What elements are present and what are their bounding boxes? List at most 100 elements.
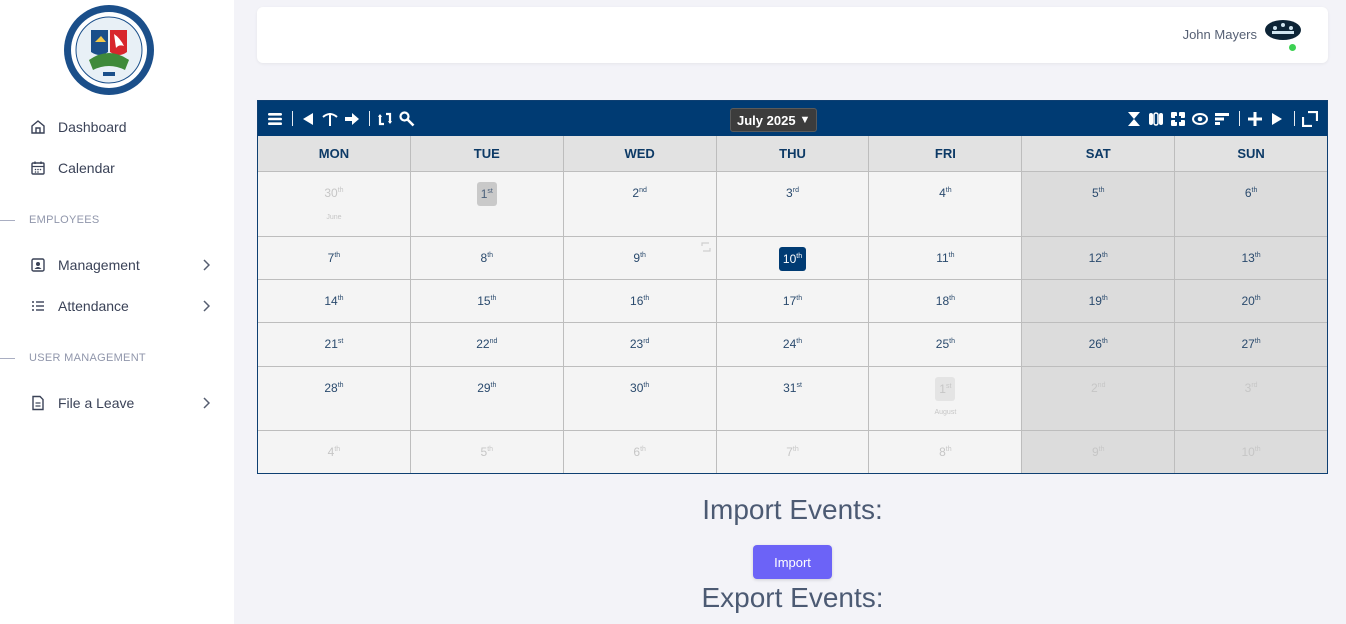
day-cell[interactable]: 30th June bbox=[258, 172, 411, 236]
day-cell[interactable]: 21st bbox=[258, 323, 411, 366]
sidebar-item-management[interactable]: Management bbox=[28, 252, 218, 278]
day-cell[interactable]: 18th bbox=[869, 280, 1023, 322]
province-seal-logo bbox=[64, 5, 154, 95]
day-cell[interactable]: 11th bbox=[869, 237, 1023, 279]
day-cell[interactable]: 22nd bbox=[410, 323, 564, 366]
chevron-right-icon bbox=[203, 397, 210, 409]
day-cell[interactable]: 2nd bbox=[563, 172, 717, 236]
refresh-icon[interactable] bbox=[376, 109, 394, 129]
toolbar-divider bbox=[1294, 111, 1295, 126]
next-month-icon[interactable] bbox=[1268, 109, 1286, 129]
user-name[interactable]: John Mayers bbox=[1183, 27, 1257, 42]
eye-icon[interactable] bbox=[1191, 109, 1209, 129]
today-anchor-icon[interactable] bbox=[321, 109, 339, 129]
day-number: 18th bbox=[935, 294, 955, 308]
day-cell[interactable]: 29th bbox=[410, 367, 564, 430]
import-button[interactable]: Import bbox=[753, 545, 832, 579]
sidebar-item-dashboard[interactable]: Dashboard bbox=[28, 114, 218, 140]
day-cell[interactable]: 8th bbox=[410, 237, 564, 279]
day-cell[interactable]: 26th bbox=[1022, 323, 1176, 366]
day-cell[interactable]: 3rd bbox=[716, 172, 870, 236]
toolbar-divider bbox=[1239, 111, 1240, 126]
menu-icon[interactable] bbox=[266, 109, 284, 129]
day-cell[interactable]: 2nd bbox=[1022, 367, 1176, 430]
id-card-icon bbox=[28, 255, 48, 275]
day-number: 28th bbox=[324, 381, 344, 395]
day-cell[interactable]: 19th bbox=[1022, 280, 1176, 322]
day-cell[interactable]: 12th bbox=[1022, 237, 1176, 279]
day-cell[interactable]: 24th bbox=[716, 323, 870, 366]
calendar-widget: July 2025 ▼ MON TUE WED THU FRI SAT SUN … bbox=[257, 100, 1328, 474]
day-number: 20th bbox=[1241, 294, 1261, 308]
day-cell[interactable]: 14th bbox=[258, 280, 411, 322]
month-picker[interactable]: July 2025 ▼ bbox=[730, 108, 818, 132]
day-cell[interactable]: 17th bbox=[716, 280, 870, 322]
day-number: 9th bbox=[633, 251, 646, 265]
day-cell[interactable]: 13th bbox=[1175, 237, 1328, 279]
dropdown-caret-icon: ▼ bbox=[799, 114, 811, 126]
grid-view-icon[interactable] bbox=[1169, 109, 1187, 129]
day-cell[interactable]: 5th bbox=[410, 431, 564, 473]
user-avatar[interactable] bbox=[1265, 19, 1301, 41]
day-cell[interactable]: 6th bbox=[563, 431, 717, 473]
sync-icon[interactable] bbox=[700, 241, 712, 253]
week-row: 30th June 1st 2nd 3rd 4th 5th 6th bbox=[258, 172, 1328, 237]
day-cell[interactable]: 3rd bbox=[1175, 367, 1328, 430]
day-number: 9th bbox=[1091, 445, 1105, 459]
day-number: 2nd bbox=[1090, 381, 1106, 395]
day-cell[interactable]: 5th bbox=[1022, 172, 1176, 236]
previous-month-icon[interactable] bbox=[299, 109, 317, 129]
weekday-wed: WED bbox=[564, 136, 717, 171]
day-cell[interactable]: 9th bbox=[563, 237, 717, 279]
week-row: 21st 22nd 23rd 24th 25th 26th 27th bbox=[258, 323, 1328, 367]
day-cell[interactable]: 10th bbox=[716, 237, 870, 279]
day-cell[interactable]: 20th bbox=[1175, 280, 1328, 322]
fullscreen-icon[interactable] bbox=[1301, 109, 1319, 129]
day-cell[interactable]: 16th bbox=[563, 280, 717, 322]
day-cell[interactable]: 4th bbox=[869, 172, 1023, 236]
sidebar-item-label: File a Leave bbox=[58, 395, 135, 411]
week-row: 28th 29th 30th 31st 1st August 2nd 3rd bbox=[258, 367, 1328, 431]
day-number: 14th bbox=[324, 294, 344, 308]
toolbar-left-group bbox=[266, 101, 420, 136]
day-cell[interactable]: 23rd bbox=[563, 323, 717, 366]
search-icon[interactable] bbox=[398, 109, 416, 129]
export-events-title: Export Events: bbox=[701, 582, 884, 613]
day-number: 3rd bbox=[1244, 381, 1258, 395]
day-cell[interactable]: 28th bbox=[258, 367, 411, 430]
timeline-icon[interactable] bbox=[1213, 109, 1231, 129]
add-event-icon[interactable] bbox=[1246, 109, 1264, 129]
day-cell[interactable]: 27th bbox=[1175, 323, 1328, 366]
day-number: 22nd bbox=[476, 337, 498, 351]
day-cell[interactable]: 8th bbox=[869, 431, 1023, 473]
home-icon bbox=[28, 117, 48, 137]
day-cell[interactable]: 31st bbox=[716, 367, 870, 430]
week-row: 7th 8th 9th 10th 11th 12th 13th bbox=[258, 237, 1328, 280]
day-cell[interactable]: 7th bbox=[716, 431, 870, 473]
day-cell[interactable]: 15th bbox=[410, 280, 564, 322]
day-number: 4th bbox=[327, 445, 341, 459]
day-cell[interactable]: 1st bbox=[410, 172, 564, 236]
toolbar-divider bbox=[369, 111, 370, 126]
next-arrow-icon[interactable] bbox=[343, 109, 361, 129]
day-cell[interactable]: 25th bbox=[869, 323, 1023, 366]
day-cell[interactable]: 4th bbox=[258, 431, 411, 473]
day-cell[interactable]: 30th bbox=[563, 367, 717, 430]
day-cell[interactable]: 7th bbox=[258, 237, 411, 279]
day-number: 8th bbox=[480, 251, 494, 265]
day-cell[interactable]: 9th bbox=[1022, 431, 1176, 473]
sidebar-item-file-a-leave[interactable]: File a Leave bbox=[28, 390, 218, 416]
sidebar-item-label: Calendar bbox=[58, 160, 115, 176]
week-row: 14th 15th 16th 17th 18th 19th 20th bbox=[258, 280, 1328, 323]
section-divider bbox=[0, 357, 15, 359]
day-number: 10th bbox=[1241, 445, 1261, 459]
toolbar-divider bbox=[292, 111, 293, 126]
columns-view-icon[interactable] bbox=[1147, 109, 1165, 129]
sidebar-item-calendar[interactable]: Calendar bbox=[28, 155, 218, 181]
sidebar-item-label: Management bbox=[58, 257, 140, 273]
day-cell[interactable]: 6th bbox=[1175, 172, 1328, 236]
sidebar-item-attendance[interactable]: Attendance bbox=[28, 293, 218, 319]
day-cell[interactable]: 1st August bbox=[869, 367, 1023, 430]
hourglass-icon[interactable] bbox=[1125, 109, 1143, 129]
day-cell[interactable]: 10th bbox=[1175, 431, 1328, 473]
